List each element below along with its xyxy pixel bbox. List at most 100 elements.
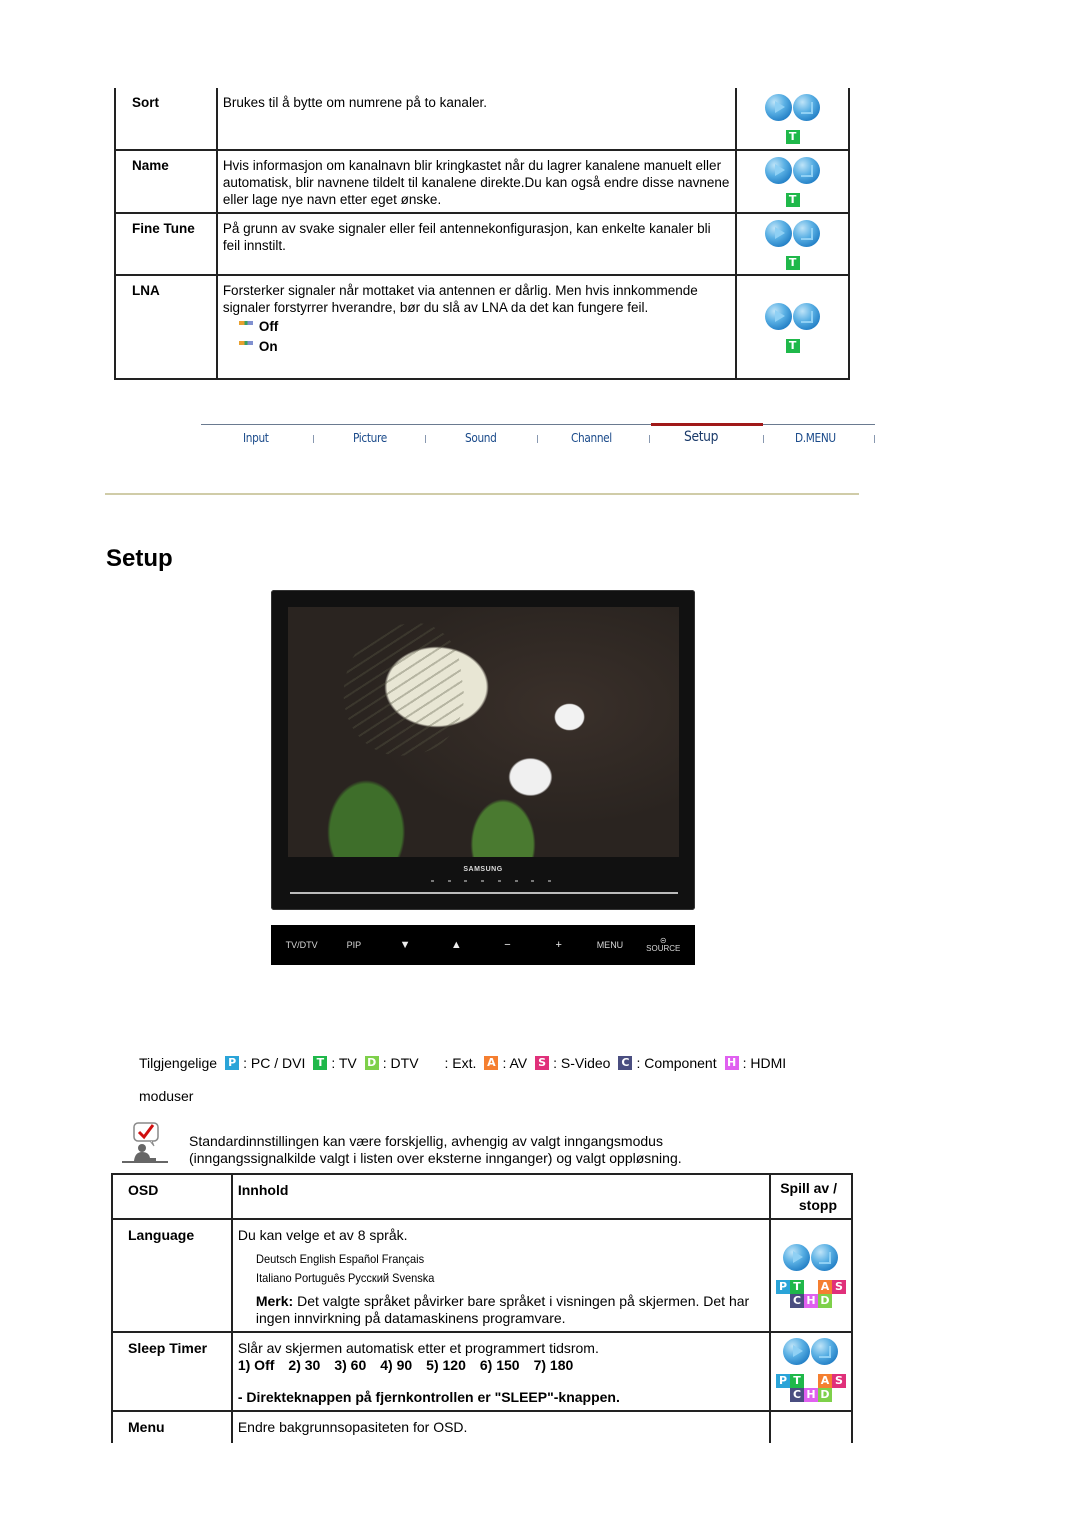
row-label: Sleep Timer bbox=[111, 1331, 233, 1412]
stop-icon[interactable] bbox=[793, 220, 821, 247]
table-row: Sort Brukes til å bytte om numrene på to… bbox=[114, 88, 850, 151]
play-icon[interactable] bbox=[783, 1244, 811, 1271]
tv-mode-badge-icon: T bbox=[789, 1374, 804, 1388]
table-row: Language Du kan velge et av 8 språk. Deu… bbox=[111, 1218, 854, 1333]
option-label: On bbox=[258, 338, 278, 354]
language-list: Deutsch English Español Français Italian… bbox=[256, 1250, 723, 1288]
stop-icon[interactable] bbox=[793, 303, 821, 330]
mode-label: : DTV bbox=[382, 1055, 419, 1071]
language-list-line: Italiano Português Русский Svenska bbox=[255, 1271, 435, 1285]
butterfly-wing bbox=[334, 617, 472, 763]
nav-input[interactable]: Input bbox=[243, 431, 269, 445]
sleep-direct-button-note: - Direkteknappen på fjernkontrollen er "… bbox=[237, 1389, 620, 1405]
nav-separator bbox=[874, 435, 875, 443]
control-down-icon: ▼ bbox=[399, 939, 411, 951]
sleep-option: 3) 60 bbox=[334, 1357, 367, 1373]
bullet-icon bbox=[238, 341, 253, 345]
control-pip: PIP bbox=[346, 940, 362, 950]
row-description: Forsterker signaler når mottaket via ant… bbox=[222, 283, 698, 315]
control-up-icon: ▲ bbox=[450, 939, 462, 951]
nav-separator bbox=[537, 435, 538, 443]
option-label: Off bbox=[258, 318, 279, 334]
nav-sound[interactable]: Sound bbox=[465, 431, 497, 445]
play-stop-cell: T bbox=[735, 274, 850, 380]
nav-dmenu[interactable]: D.MENU bbox=[795, 431, 836, 445]
section-nav: Input Picture Sound Channel Setup D.MENU bbox=[201, 423, 875, 452]
control-plus-icon: + bbox=[555, 939, 562, 951]
language-list-line: Deutsch English Español Français bbox=[255, 1252, 424, 1266]
mode-label: : Ext. bbox=[444, 1055, 477, 1071]
play-icon[interactable] bbox=[783, 1338, 811, 1365]
play-stop-cell: P T A S C H D bbox=[768, 1331, 854, 1412]
stop-icon[interactable] bbox=[811, 1338, 839, 1365]
dtv-mode-badge-icon: D bbox=[364, 1056, 379, 1070]
divider bbox=[105, 493, 859, 495]
mode-label: : AV bbox=[502, 1055, 528, 1071]
note-label: Merk: bbox=[255, 1293, 294, 1309]
stop-icon[interactable] bbox=[793, 157, 821, 184]
table-row: Sleep Timer Slår av skjermen automatisk … bbox=[111, 1331, 854, 1412]
language-intro: Du kan velge et av 8 språk. bbox=[237, 1227, 408, 1243]
sleep-option: 2) 30 bbox=[288, 1357, 321, 1373]
play-stop-cell: P T A S C H D bbox=[768, 1218, 854, 1333]
osd-settings-table: OSD Innhold Spill av / stopp Language Du… bbox=[111, 1173, 854, 1443]
play-stop-cell: T bbox=[735, 212, 850, 276]
table-row: Fine Tune På grunn av svake signaler ell… bbox=[114, 212, 850, 276]
tv-mode-badge-icon: T bbox=[313, 1056, 328, 1070]
nav-setup[interactable]: Setup bbox=[684, 429, 718, 445]
tv-mode-badge-icon: T bbox=[789, 1280, 804, 1294]
nav-separator bbox=[313, 435, 314, 443]
nav-channel[interactable]: Channel bbox=[571, 431, 612, 445]
option-on: On bbox=[238, 336, 730, 356]
hdmi-mode-badge-icon: H bbox=[803, 1388, 818, 1402]
sleep-option: 7) 180 bbox=[533, 1357, 574, 1373]
play-stop-cell bbox=[768, 1410, 854, 1443]
hdmi-mode-badge-icon: H bbox=[724, 1056, 739, 1070]
monitor-control-bar: TV/DTV PIP ▼ ▲ − + MENU ⊝ SOURCE bbox=[271, 925, 695, 965]
row-description: På grunn av svake signaler eller feil an… bbox=[215, 212, 738, 276]
stop-icon[interactable] bbox=[811, 1244, 839, 1271]
play-icon[interactable] bbox=[765, 94, 793, 121]
option-off: Off bbox=[238, 316, 730, 336]
bezel-strip bbox=[290, 892, 678, 894]
language-note: Merk: Det valgte språket påvirker bare s… bbox=[256, 1293, 764, 1327]
svideo-mode-badge-icon: S bbox=[831, 1374, 846, 1388]
svideo-mode-badge-icon: S bbox=[535, 1056, 550, 1070]
bullet-icon bbox=[238, 321, 253, 325]
sleep-option: 1) Off bbox=[237, 1357, 275, 1373]
modes-suffix: moduser bbox=[139, 1088, 194, 1104]
sleep-option: 6) 150 bbox=[479, 1357, 520, 1373]
row-description-cell: Slår av skjermen automatisk etter et pro… bbox=[230, 1331, 771, 1412]
mode-label: : Component bbox=[636, 1055, 717, 1071]
table-row: LNA Forsterker signaler når mottaket via… bbox=[114, 274, 850, 380]
play-stop-cell: T bbox=[735, 88, 850, 151]
stop-icon[interactable] bbox=[793, 94, 821, 121]
av-mode-badge-icon: A bbox=[817, 1374, 832, 1388]
control-minus-icon: − bbox=[504, 939, 511, 951]
note-checkmark-icon bbox=[122, 1122, 168, 1163]
mode-label: : S-Video bbox=[553, 1055, 611, 1071]
brand-logo: SAMSUNG bbox=[463, 866, 503, 873]
mode-label: : HDMI bbox=[742, 1055, 787, 1071]
bezel-buttons bbox=[431, 880, 551, 884]
svideo-mode-badge-icon: S bbox=[831, 1280, 846, 1294]
mode-label: : PC / DVI bbox=[243, 1055, 306, 1071]
pc-mode-badge-icon: P bbox=[775, 1374, 790, 1388]
control-tv-dtv: TV/DTV bbox=[285, 940, 318, 950]
row-description-cell: Forsterker signaler når mottaket via ant… bbox=[215, 274, 738, 380]
active-tab-indicator bbox=[651, 423, 763, 426]
tv-mode-badge-icon: T bbox=[785, 193, 800, 207]
hdmi-mode-badge-icon: H bbox=[803, 1294, 818, 1308]
note: Standardinnstillingen kan være forskjell… bbox=[122, 1122, 862, 1166]
play-icon[interactable] bbox=[765, 220, 793, 247]
play-icon[interactable] bbox=[765, 303, 793, 330]
nav-picture[interactable]: Picture bbox=[353, 431, 387, 445]
control-source: ⊝ SOURCE bbox=[646, 937, 680, 953]
tv-mode-badge-icon: T bbox=[785, 256, 800, 270]
table-header-row: OSD Innhold Spill av / stopp bbox=[111, 1173, 854, 1220]
row-label: Name bbox=[114, 149, 218, 214]
row-label: Language bbox=[111, 1218, 233, 1333]
play-icon[interactable] bbox=[765, 157, 793, 184]
sleep-option: 4) 90 bbox=[380, 1357, 413, 1373]
row-description: Endre bakgrunnsopasiteten for OSD. bbox=[230, 1410, 771, 1443]
